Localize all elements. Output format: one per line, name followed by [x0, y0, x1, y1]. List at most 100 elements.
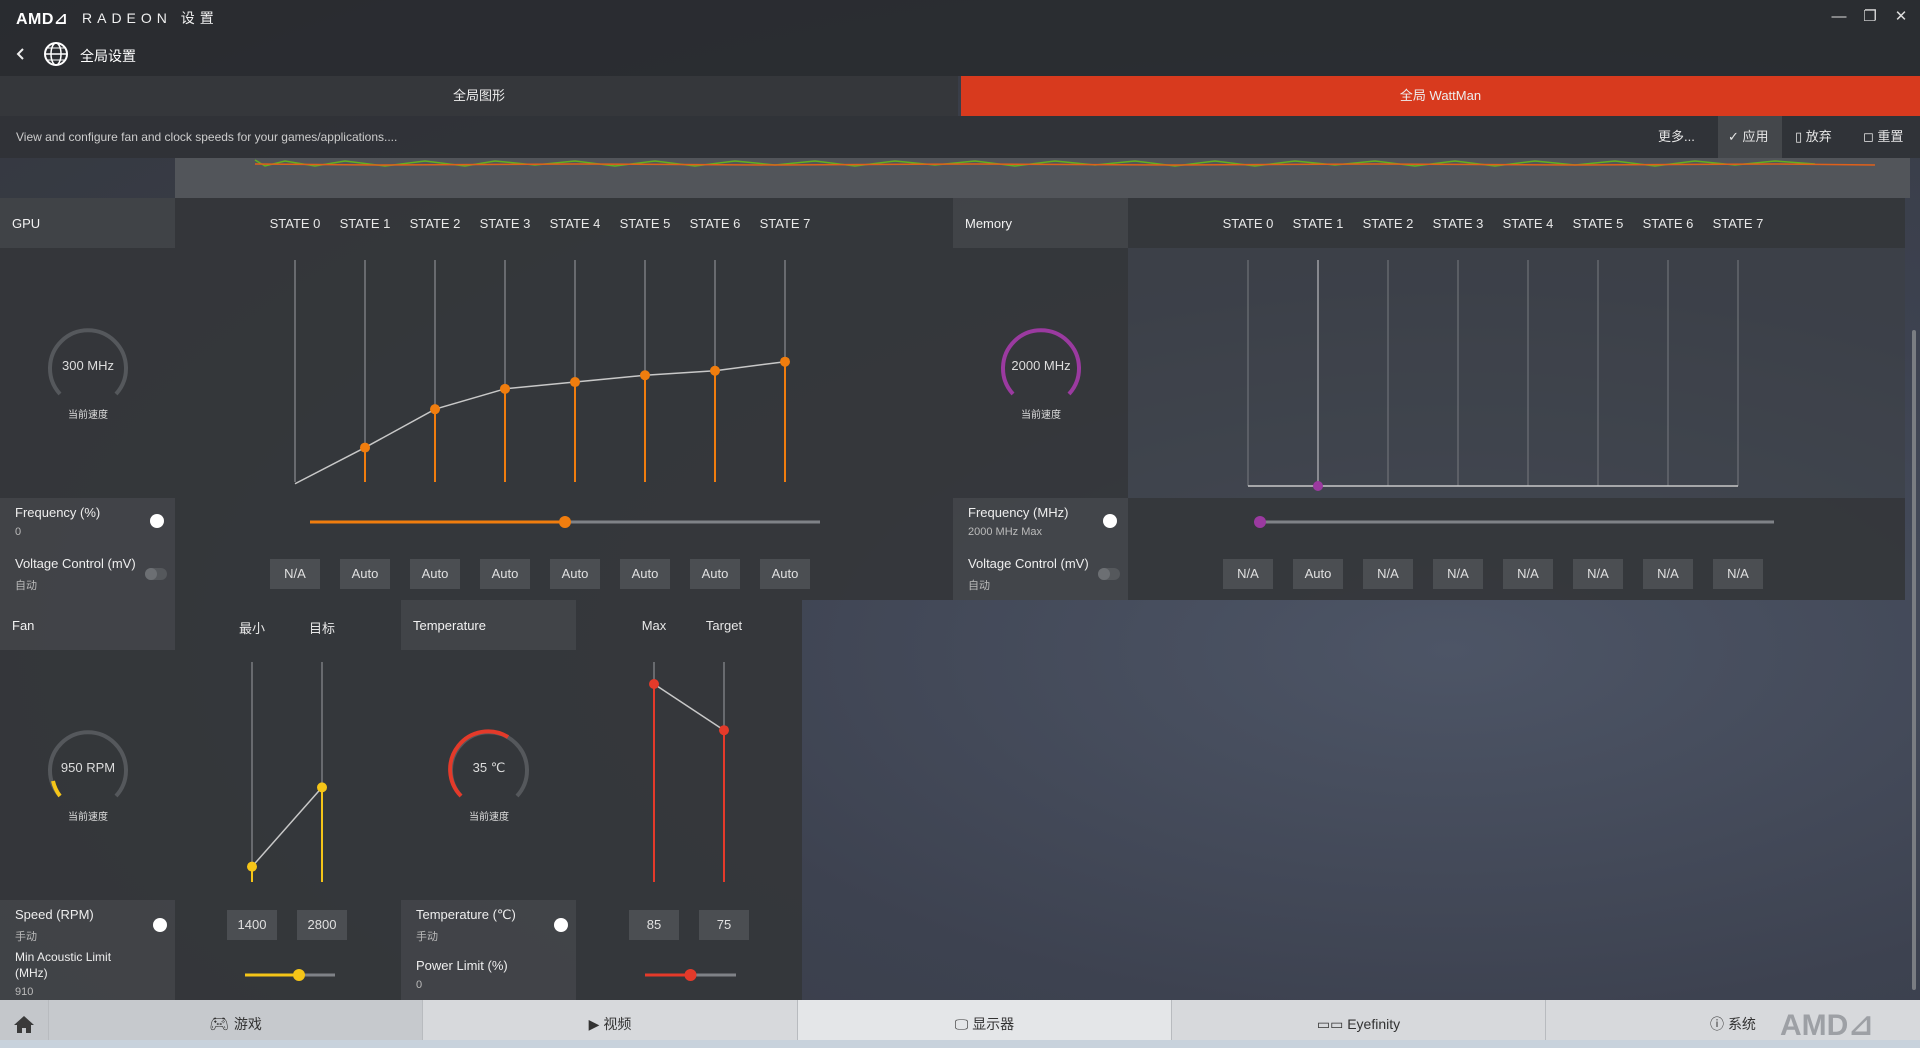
- gpu-voltage-box-0[interactable]: N/A: [270, 559, 320, 589]
- back-button[interactable]: [10, 44, 30, 64]
- memory-voltage-box-1[interactable]: Auto: [1293, 559, 1343, 589]
- gpu-voltage-box-5[interactable]: Auto: [620, 559, 670, 589]
- close-button[interactable]: ✕: [1888, 6, 1914, 28]
- memory-gauge-cell: 2000 MHz 当前速度: [953, 248, 1128, 498]
- page-title: 全局设置: [80, 48, 136, 64]
- temperature-curve-point-1: [719, 725, 729, 736]
- app-title: RADEON 设置: [82, 10, 219, 26]
- gpu-state-chart: [294, 260, 790, 485]
- gpu-gauge-value: 300 MHz: [61, 358, 115, 373]
- fan-speed-label: Speed (RPM): [15, 907, 94, 922]
- gpu-voltage-box-1[interactable]: Auto: [340, 559, 390, 589]
- tab-global-graphics[interactable]: 全局图形: [0, 76, 958, 116]
- memory-voltage-box-3[interactable]: N/A: [1433, 559, 1483, 589]
- gpu-gauge-cell: 300 MHz 当前速度: [0, 248, 175, 498]
- memory-state-label-1: STATE 1: [1292, 216, 1344, 231]
- chevron-left-icon: [16, 48, 24, 60]
- temperature-row-label: Temperature (℃): [416, 907, 516, 922]
- fan-acoustic-label: Min Acoustic Limit: [15, 950, 112, 964]
- memory-frequency-toggle[interactable]: [1103, 514, 1117, 528]
- gpu-voltage-box-6[interactable]: Auto: [690, 559, 740, 589]
- fan-acoustic-slider-area: [175, 950, 401, 1000]
- memory-voltage-box-4[interactable]: N/A: [1503, 559, 1553, 589]
- globe-icon: [42, 40, 70, 68]
- discard-button[interactable]: ▯ 放弃: [1795, 116, 1832, 158]
- gpu-state-label-2: STATE 2: [409, 216, 461, 231]
- memory-voltage-box-6[interactable]: N/A: [1643, 559, 1693, 589]
- fan-curve-point-1: [317, 782, 327, 793]
- check-icon: ✓: [1728, 129, 1743, 144]
- temperature-max-header: Max: [641, 618, 667, 633]
- temperature-toggle[interactable]: [554, 918, 568, 932]
- fan-min-speed-input[interactable]: 1400: [227, 910, 277, 940]
- memory-voltage-toggle[interactable]: [1098, 568, 1120, 580]
- maximize-button[interactable]: ❐: [1857, 6, 1883, 28]
- gpu-frequency-label: Frequency (%): [15, 505, 101, 520]
- gpu-voltage-cell: Voltage Control (mV) 自动: [0, 548, 175, 600]
- scrollbar-thumb[interactable]: [1912, 330, 1916, 990]
- gpu-frequency-slider[interactable]: [175, 498, 953, 548]
- nav-eyefinity-label: Eyefinity: [1347, 1016, 1401, 1032]
- temperature-curve-chart: [649, 662, 729, 882]
- memory-frequency-slider-area: [1128, 498, 1905, 548]
- temperature-max-input[interactable]: 85: [629, 910, 679, 940]
- more-button[interactable]: 更多...: [1658, 116, 1695, 158]
- temperature-header: Temperature: [413, 618, 486, 633]
- memory-voltage-label: Voltage Control (mV): [968, 556, 1089, 571]
- os-taskbar-strip: [0, 1040, 1920, 1048]
- power-limit-slider[interactable]: [576, 950, 802, 1000]
- gpu-frequency-toggle[interactable]: [150, 514, 164, 528]
- gpu-state-point-3: [500, 383, 510, 394]
- temperature-target-input[interactable]: 75: [699, 910, 749, 940]
- temperature-gauge-label: 当前速度: [469, 812, 509, 823]
- gpu-frequency-slider-handle: [559, 516, 571, 528]
- eyefinity-icon: ▭▭: [1316, 1016, 1348, 1032]
- memory-state-chart: [1247, 260, 1739, 491]
- memory-voltage-box-2[interactable]: N/A: [1363, 559, 1413, 589]
- power-limit-label: Power Limit (%): [416, 958, 508, 973]
- apply-button[interactable]: ✓ 应用: [1718, 116, 1782, 158]
- nav-display-label: 显示器: [972, 1016, 1015, 1032]
- memory-state-header: STATE 0 STATE 1 STATE 2 STATE 3 STATE 4 STATE…: [1128, 198, 1905, 248]
- gpu-state-point-4: [570, 377, 580, 388]
- gpu-voltage-box-4[interactable]: Auto: [550, 559, 600, 589]
- title-bar: AMD⊿ RADEON 设置 — ❐ ✕: [0, 0, 1920, 34]
- fan-acoustic-slider[interactable]: [175, 950, 401, 1000]
- temperature-column-header: Max Target: [576, 600, 802, 650]
- fan-speed-toggle[interactable]: [153, 918, 167, 932]
- fan-gauge-cell: 950 RPM 当前速度: [0, 650, 175, 900]
- fan-column-header: 最小 目标: [175, 600, 401, 650]
- temperature-row-cell: Temperature (℃) 手动: [401, 900, 576, 950]
- tab-global-wattman[interactable]: 全局 WattMan: [961, 76, 1920, 116]
- activity-graph-lines: [254, 159, 1876, 167]
- play-icon: ▶: [588, 1016, 604, 1032]
- fan-header: Fan: [12, 618, 35, 633]
- gpu-voltage-box-7[interactable]: Auto: [760, 559, 810, 589]
- gpu-voltage-box-3[interactable]: Auto: [480, 559, 530, 589]
- gpu-state-label-3: STATE 3: [479, 216, 531, 231]
- memory-state-label-4: STATE 4: [1502, 216, 1554, 231]
- gpu-state-label-4: STATE 4: [549, 216, 601, 231]
- power-limit-cell: Power Limit (%) 0: [401, 950, 576, 1000]
- fan-header-cell: Fan: [0, 600, 175, 650]
- fan-curve-curve: [251, 786, 323, 868]
- info-icon: ⓘ: [1710, 1016, 1728, 1032]
- trash-icon: ▯: [1795, 129, 1806, 144]
- temperature-values: 85 75: [576, 900, 802, 950]
- minimize-button[interactable]: —: [1826, 6, 1852, 28]
- fan-gauge-label: 当前速度: [68, 812, 108, 823]
- tab-bar: 全局图形 全局 WattMan: [0, 76, 1920, 116]
- memory-frequency-cell: Frequency (MHz) 2000 MHz Max: [953, 498, 1128, 548]
- gpu-header: GPU: [12, 216, 41, 231]
- memory-voltage-box-5[interactable]: N/A: [1573, 559, 1623, 589]
- memory-frequency-slider[interactable]: [1128, 498, 1905, 548]
- gpu-voltage-toggle[interactable]: [145, 568, 167, 580]
- fan-target-speed-input[interactable]: 2800: [297, 910, 347, 940]
- memory-voltage-box-0[interactable]: N/A: [1223, 559, 1273, 589]
- memory-voltage-cell: Voltage Control (mV) 自动: [953, 548, 1128, 600]
- memory-voltage-box-7[interactable]: N/A: [1713, 559, 1763, 589]
- gpu-voltage-value: 自动: [15, 580, 37, 592]
- discard-label: 放弃: [1805, 129, 1832, 144]
- gpu-voltage-box-2[interactable]: Auto: [410, 559, 460, 589]
- reset-button[interactable]: ◻ 重置: [1863, 116, 1903, 158]
